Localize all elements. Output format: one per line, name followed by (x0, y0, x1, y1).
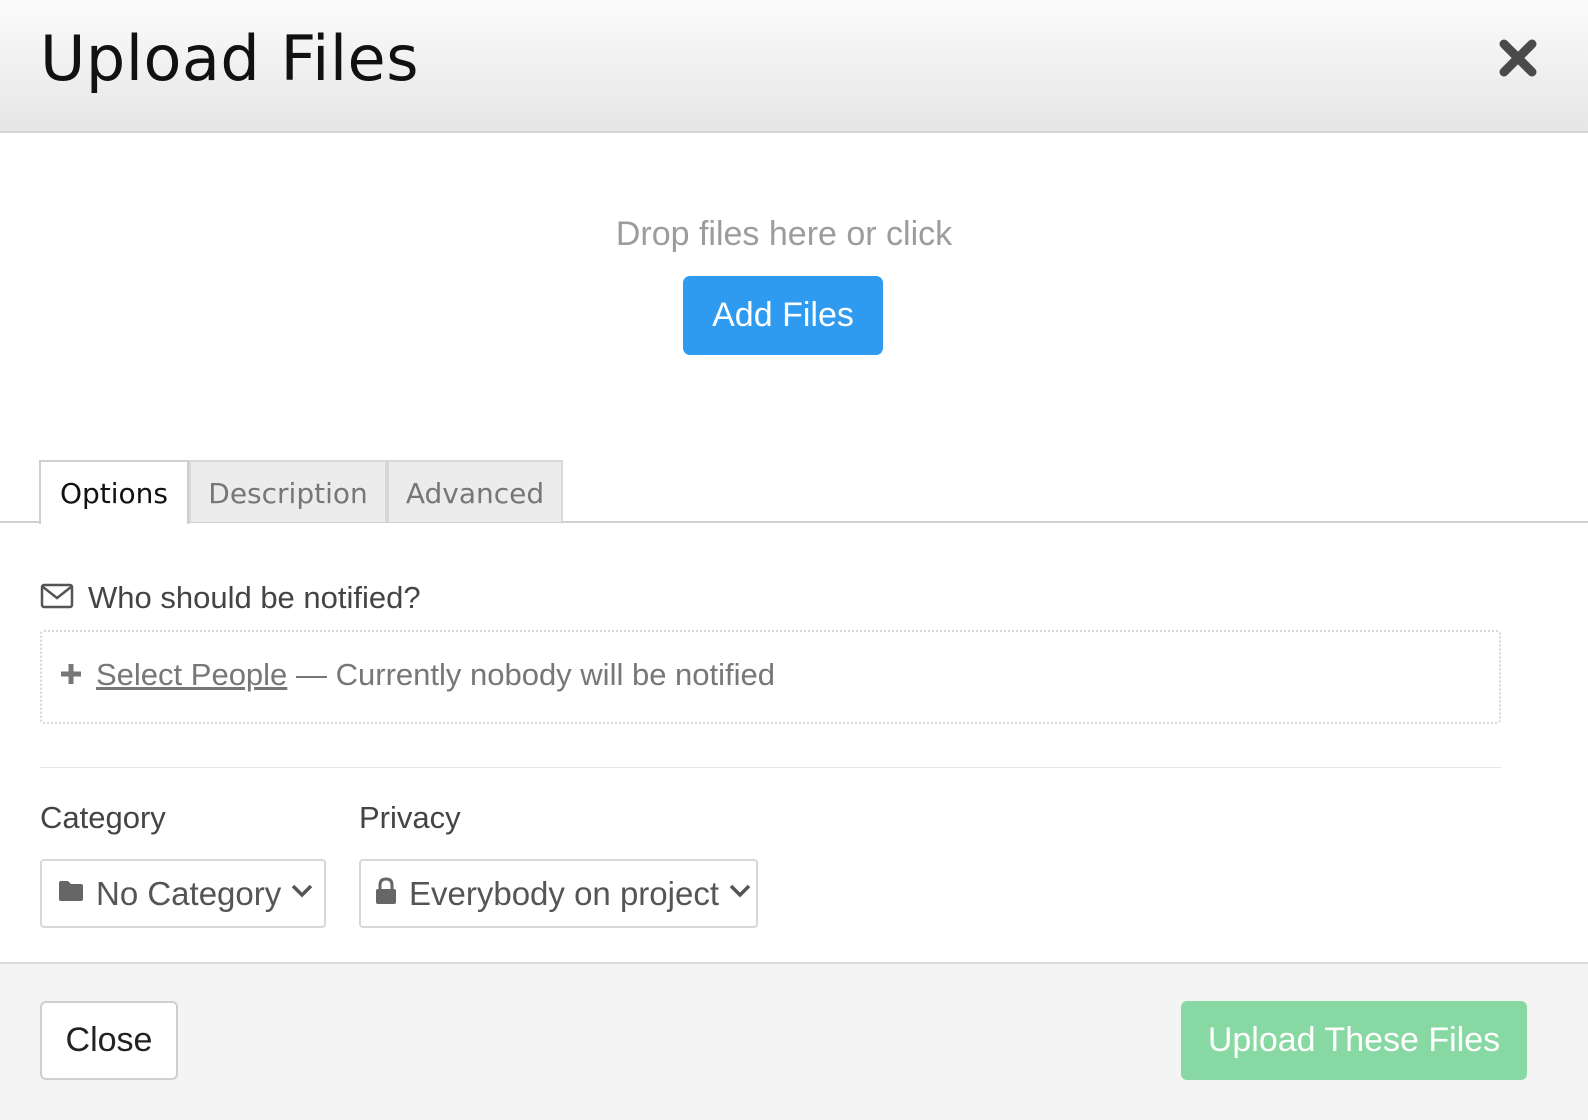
category-label: Category (40, 800, 166, 835)
dropzone-text: Drop files here or click (615, 215, 953, 253)
add-files-button[interactable]: Add Files (683, 276, 883, 355)
folder-icon (58, 880, 84, 907)
notify-status-text: — Currently nobody will be notified (296, 657, 776, 692)
select-people-link[interactable]: Select People (96, 657, 287, 693)
tab-options[interactable]: Options (39, 460, 189, 524)
notify-heading-label: Who should be notified? (88, 580, 421, 615)
privacy-value: Everybody on project (409, 874, 720, 912)
upload-files-modal: Upload Files Drop files here or click Ad… (0, 0, 1588, 1120)
close-x-icon[interactable] (1496, 36, 1540, 80)
tab-description[interactable]: Description (189, 460, 387, 522)
upload-files-button[interactable]: Upload These Files (1181, 1001, 1527, 1080)
notify-heading: Who should be notified? (40, 578, 421, 618)
category-select[interactable]: No Category (40, 859, 326, 928)
envelope-icon (40, 583, 74, 614)
chevron-down-icon (291, 884, 313, 903)
privacy-label: Privacy (359, 800, 461, 835)
category-value: No Category (96, 874, 282, 912)
section-divider (40, 767, 1501, 768)
close-button[interactable]: Close (40, 1001, 178, 1080)
modal-title: Upload Files (40, 22, 419, 95)
lock-icon (375, 877, 397, 910)
modal-header: Upload Files (0, 0, 1588, 133)
tab-advanced[interactable]: Advanced (387, 460, 563, 522)
privacy-select[interactable]: Everybody on project (359, 859, 758, 928)
chevron-down-icon (729, 884, 751, 903)
plus-icon[interactable] (60, 663, 82, 685)
